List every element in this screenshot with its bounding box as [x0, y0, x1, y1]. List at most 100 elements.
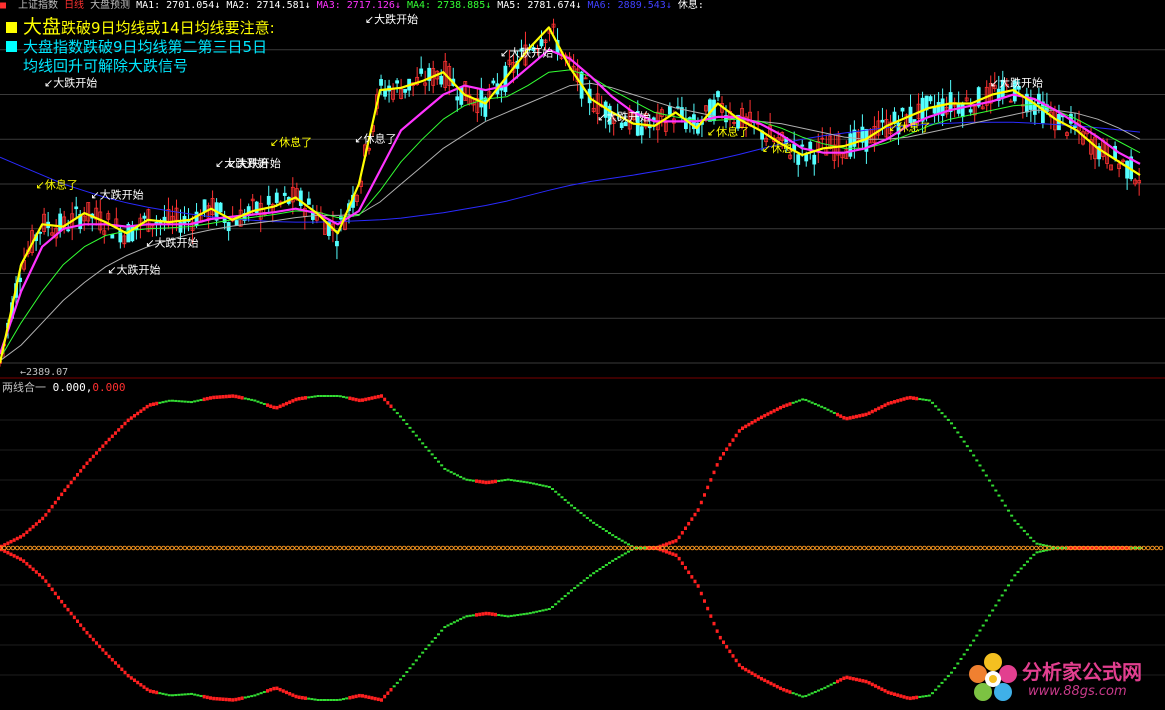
oscillator-lower-mark [69, 611, 73, 616]
oscillator-upper-mark [756, 417, 760, 421]
zero-line-dot [991, 545, 996, 551]
oscillator-upper-mark [427, 449, 431, 452]
header-item: MA5: 2781.674↓ [497, 0, 582, 11]
oscillator-upper-mark [155, 401, 159, 406]
zero-line-dot [930, 545, 936, 551]
oscillator-upper-mark [335, 395, 339, 397]
zero-line-dot [905, 545, 910, 551]
oscillator-upper-mark [180, 400, 184, 403]
zero-line-dot [432, 545, 437, 551]
oscillator-upper-mark [905, 396, 909, 400]
oscillator-lower-mark [946, 675, 950, 678]
oscillator-lower-mark [53, 591, 57, 596]
oscillator-lower-mark [364, 694, 368, 699]
oscillator-upper-mark [25, 530, 29, 534]
oscillator-lower-mark [28, 564, 32, 569]
legend-line-3-text: 均线回升可解除大跌信号 [23, 57, 189, 75]
zero-line-dot [148, 545, 153, 551]
zero-line-dot [346, 545, 351, 551]
oscillator-lower-mark [145, 687, 149, 692]
oscillator-upper-mark [484, 480, 488, 485]
oscillator-upper-mark [896, 399, 900, 403]
oscillator-upper-mark [285, 401, 288, 406]
oscillator-upper-mark [269, 404, 273, 409]
oscillator-upper-mark [186, 400, 190, 403]
zero-line-dot [831, 545, 837, 551]
oscillator-upper-mark [839, 414, 843, 418]
oscillator-upper-mark [509, 479, 513, 482]
zero-line-dot [849, 545, 854, 551]
oscillator-lower-mark [877, 685, 881, 690]
oscillator-lower-mark [231, 698, 235, 702]
oscillator-upper-mark [541, 484, 545, 487]
zero-line-dot [358, 545, 364, 551]
zero-line-dot [444, 545, 450, 551]
oscillator-lower-mark [348, 695, 352, 700]
zero-line-dot [513, 545, 519, 551]
oscillator-lower-mark [864, 679, 868, 684]
oscillator-lower-mark [237, 697, 241, 701]
oscillator-upper-mark [918, 398, 922, 401]
oscillator-lower-mark [186, 693, 190, 696]
zero-line-dot [143, 545, 149, 551]
oscillator-lower-mark [541, 609, 545, 612]
signal-annotation: ↙休息 [762, 141, 793, 155]
oscillator-upper-mark [76, 472, 79, 477]
oscillator-lower-mark [589, 574, 592, 577]
oscillator-upper-mark [161, 401, 165, 404]
zero-line-dot [518, 545, 523, 551]
oscillator-lower-mark [782, 687, 786, 692]
zero-line-dot [819, 545, 824, 551]
oscillator-upper-mark [870, 409, 874, 414]
oscillator-lower-mark [554, 603, 558, 606]
zero-line-dot [505, 545, 510, 551]
oscillator-lower-mark [421, 651, 425, 654]
oscillator-lower-mark [842, 676, 846, 681]
oscillator-lower-mark [41, 575, 45, 580]
candle-body [142, 215, 147, 219]
zero-line-dot [960, 545, 966, 551]
oscillator-lower-mark [117, 664, 121, 668]
zero-line-dot [397, 545, 403, 551]
candle-body [880, 119, 885, 123]
oscillator-upper-mark [183, 400, 187, 403]
oscillator-lower-mark [411, 663, 415, 666]
oscillator-lower-mark [870, 682, 874, 687]
oscillator-upper-mark [218, 395, 222, 399]
oscillator-lower-mark [829, 683, 833, 686]
oscillator-upper-mark [497, 479, 501, 482]
zero-line-dot [793, 545, 798, 551]
zero-line-dot [328, 545, 334, 551]
oscillator-lower-mark [342, 698, 345, 701]
zero-line-dot [526, 545, 532, 551]
chart-menu-icon[interactable]: ■ [0, 0, 6, 11]
zero-line-dot [350, 545, 355, 551]
oscillator-lower-mark [582, 579, 586, 582]
zero-line-dot [14, 545, 20, 551]
oscillator-upper-mark [585, 516, 589, 519]
oscillator-upper-mark [741, 426, 744, 430]
oscillator-lower-mark [487, 611, 491, 616]
oscillator-lower-mark [449, 622, 453, 625]
zero-line-dot [393, 545, 398, 551]
oscillator-upper-mark [57, 496, 60, 501]
oscillator-lower-mark [38, 573, 41, 577]
zero-line-dot [440, 545, 446, 551]
zero-line-dot [268, 545, 274, 551]
oscillator-upper-mark [471, 479, 475, 482]
zero-line-dot [255, 545, 261, 551]
oscillator-lower-mark [801, 695, 805, 698]
zero-line-dot [535, 545, 540, 551]
oscillator-upper-mark [766, 412, 770, 416]
zero-line-dot [122, 545, 127, 551]
oscillator-lower-mark [519, 613, 523, 616]
oscillator-upper-mark [177, 400, 181, 403]
zero-line-dot [156, 545, 162, 551]
oscillator-upper-mark [395, 412, 399, 415]
oscillator-upper-mark [459, 475, 463, 478]
oscillator-lower-mark [848, 676, 852, 680]
oscillator-lower-mark [142, 685, 146, 689]
zero-line-dot [105, 545, 110, 551]
oscillator-lower-mark [839, 678, 843, 682]
oscillator-lower-mark [769, 681, 773, 686]
